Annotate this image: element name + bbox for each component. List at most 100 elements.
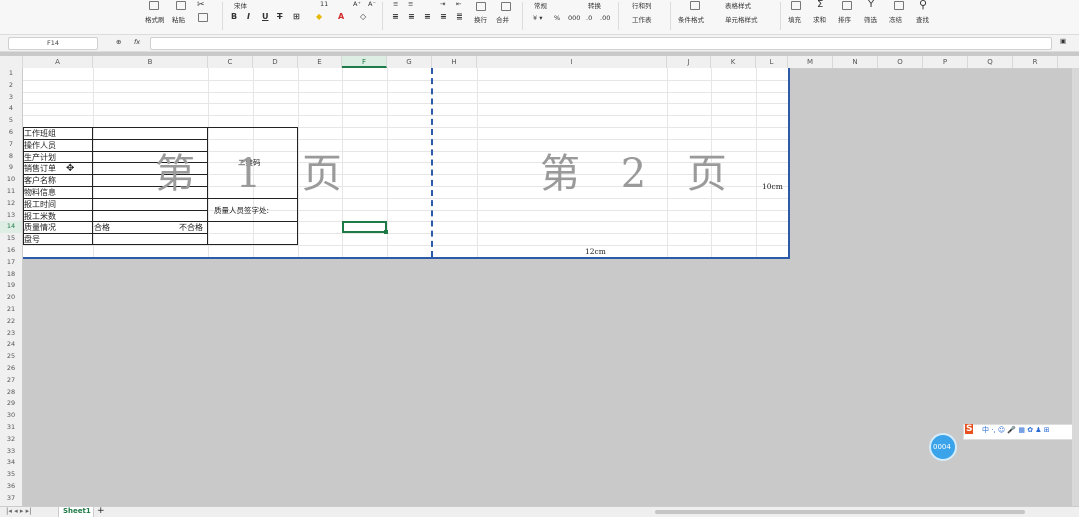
- label-production-plan[interactable]: 生产计划: [24, 152, 56, 163]
- label-customer-name[interactable]: 客户名称: [24, 175, 56, 186]
- row-header-10[interactable]: 10: [0, 174, 22, 186]
- column-header-g[interactable]: G: [387, 56, 432, 68]
- ime-tools-icon[interactable]: 中 ·, ☺ 🎤 ▦ ✿ ♟ ⊞: [982, 425, 1050, 435]
- select-all-corner[interactable]: [0, 56, 23, 68]
- column-header-o[interactable]: O: [878, 56, 923, 68]
- row-header-9[interactable]: 9: [0, 162, 22, 174]
- sum-label[interactable]: 求和: [813, 14, 826, 24]
- column-header-d[interactable]: D: [253, 56, 298, 68]
- find-label[interactable]: 查找: [916, 14, 929, 24]
- column-header-c[interactable]: C: [208, 56, 253, 68]
- row-header-32[interactable]: 32: [0, 434, 22, 446]
- row-header-6[interactable]: 6: [0, 127, 22, 139]
- align-top-icon[interactable]: ≡: [393, 0, 398, 8]
- row-header-11[interactable]: 11: [0, 186, 22, 198]
- freeze-label[interactable]: 冻结: [889, 14, 902, 24]
- paste-label[interactable]: 粘贴: [172, 14, 185, 24]
- column-header-k[interactable]: K: [711, 56, 756, 68]
- align-left-icon[interactable]: ≡: [392, 12, 399, 21]
- row-header-15[interactable]: 15: [0, 233, 22, 245]
- row-header-5[interactable]: 5: [0, 115, 22, 127]
- increase-decimal-icon[interactable]: .0: [586, 14, 592, 22]
- label-reel-number[interactable]: 盘号: [24, 234, 40, 245]
- font-name-dropdown[interactable]: 宋体: [234, 0, 247, 10]
- row-header-16[interactable]: 16: [0, 245, 22, 257]
- worksheet-button[interactable]: 工作表: [632, 14, 652, 24]
- label-report-meters[interactable]: 报工米数: [24, 211, 56, 222]
- label-material-info[interactable]: 物料信息: [24, 187, 56, 198]
- rows-columns-button[interactable]: 行和列: [632, 0, 652, 10]
- paste-icon[interactable]: [176, 1, 186, 10]
- filter-label[interactable]: 筛选: [864, 14, 877, 24]
- table-style-button[interactable]: 表格样式: [725, 0, 751, 10]
- tab-nav-icon[interactable]: |◂ ◂ ▸ ▸|: [6, 507, 31, 515]
- border-icon[interactable]: ⊞: [293, 12, 300, 21]
- page-break-line[interactable]: [431, 68, 433, 257]
- row-header-21[interactable]: 21: [0, 304, 22, 316]
- name-box[interactable]: F14: [8, 37, 98, 50]
- find-icon[interactable]: ⚲: [919, 0, 927, 11]
- row-header-22[interactable]: 22: [0, 316, 22, 328]
- column-header-r[interactable]: R: [1013, 56, 1058, 68]
- row-header-3[interactable]: 3: [0, 92, 22, 104]
- column-header-e[interactable]: E: [298, 56, 342, 68]
- row-header-23[interactable]: 23: [0, 328, 22, 340]
- add-sheet-button[interactable]: +: [97, 506, 105, 516]
- column-header-p[interactable]: P: [923, 56, 968, 68]
- conditional-format-icon[interactable]: [690, 1, 700, 10]
- label-work-team[interactable]: 工作班组: [24, 128, 56, 139]
- currency-icon[interactable]: ¥ ▾: [533, 14, 542, 22]
- row-header-37[interactable]: 37: [0, 493, 22, 505]
- format-painter-label[interactable]: 格式刷: [145, 14, 165, 24]
- outdent-icon[interactable]: ⇤: [456, 0, 461, 8]
- row-header-17[interactable]: 17: [0, 257, 22, 269]
- column-header-f[interactable]: F: [342, 56, 387, 68]
- bold-icon[interactable]: B: [231, 12, 237, 21]
- row-header-28[interactable]: 28: [0, 387, 22, 399]
- tab-sheet1-label[interactable]: Sheet1: [63, 507, 91, 515]
- row-header-27[interactable]: 27: [0, 375, 22, 387]
- sort-label[interactable]: 排序: [838, 14, 851, 24]
- wrap-text-label[interactable]: 换行: [474, 14, 487, 24]
- row-header-29[interactable]: 29: [0, 398, 22, 410]
- row-header-24[interactable]: 24: [0, 339, 22, 351]
- row-header-30[interactable]: 30: [0, 410, 22, 422]
- strikethrough-icon[interactable]: T: [277, 12, 282, 21]
- thousands-icon[interactable]: 000: [568, 14, 580, 22]
- row-header-4[interactable]: 4: [0, 103, 22, 115]
- row-header-36[interactable]: 36: [0, 481, 22, 493]
- align-center-icon[interactable]: ≡: [408, 12, 415, 21]
- underline-icon[interactable]: U: [262, 12, 269, 21]
- row-header-2[interactable]: 2: [0, 80, 22, 92]
- indent-icon[interactable]: ⇥: [440, 0, 445, 8]
- font-shrink-icon[interactable]: A⁻: [368, 0, 376, 8]
- row-header-19[interactable]: 19: [0, 280, 22, 292]
- cell-style-button[interactable]: 单元格样式: [725, 14, 758, 24]
- label-report-time[interactable]: 报工时间: [24, 199, 56, 210]
- filter-icon[interactable]: Y: [868, 0, 874, 10]
- label-sales-order[interactable]: 销售订单: [24, 163, 56, 174]
- freeze-icon[interactable]: [894, 1, 904, 10]
- format-painter-icon[interactable]: [149, 1, 159, 10]
- quality-ok[interactable]: 合格: [94, 222, 110, 233]
- merge-icon[interactable]: [501, 2, 511, 11]
- merge-label[interactable]: 合并: [496, 14, 509, 24]
- font-color-icon[interactable]: A: [338, 12, 344, 21]
- quality-ng[interactable]: 不合格: [179, 222, 203, 233]
- column-header-l[interactable]: L: [756, 56, 788, 68]
- signature-label[interactable]: 质量人员签字处:: [214, 205, 269, 216]
- row-header-13[interactable]: 13: [0, 210, 22, 222]
- align-middle-icon[interactable]: ≡: [408, 0, 413, 8]
- italic-icon[interactable]: I: [247, 12, 250, 21]
- fx-icon[interactable]: fx: [134, 38, 140, 46]
- sort-icon[interactable]: [842, 1, 852, 10]
- row-header-1[interactable]: 1: [0, 68, 22, 80]
- row-header-35[interactable]: 35: [0, 469, 22, 481]
- fill-handle[interactable]: [384, 230, 388, 234]
- font-grow-icon[interactable]: A⁺: [353, 0, 361, 8]
- clear-format-icon[interactable]: ◇: [360, 12, 366, 21]
- label-operator[interactable]: 操作人员: [24, 140, 56, 151]
- column-header-b[interactable]: B: [93, 56, 208, 68]
- row-header-12[interactable]: 12: [0, 198, 22, 210]
- fill-label[interactable]: 填充: [788, 14, 801, 24]
